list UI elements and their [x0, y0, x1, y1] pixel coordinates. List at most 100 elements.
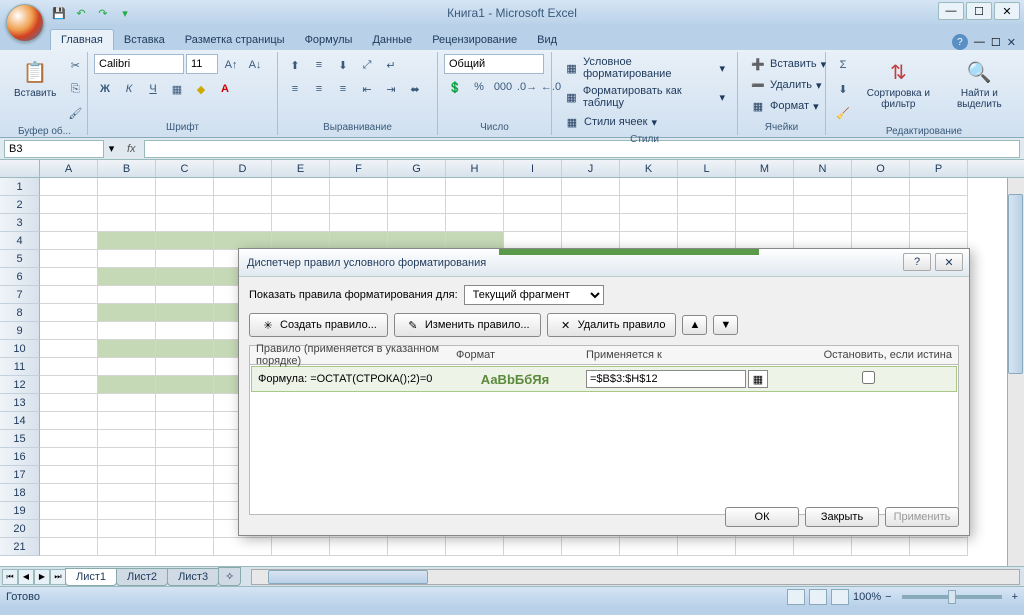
cell[interactable] [330, 214, 388, 232]
currency-icon[interactable]: 💲 [444, 76, 466, 98]
cell[interactable] [736, 196, 794, 214]
cell[interactable] [98, 358, 156, 376]
row-header[interactable]: 1 [0, 178, 40, 196]
column-header[interactable]: C [156, 160, 214, 177]
tab-last-icon[interactable]: ⏭ [50, 569, 66, 585]
cell[interactable] [40, 322, 98, 340]
cell[interactable] [910, 196, 968, 214]
cell[interactable] [40, 412, 98, 430]
cell[interactable] [156, 448, 214, 466]
cell[interactable] [678, 178, 736, 196]
edit-rule-button[interactable]: ✎Изменить правило... [394, 313, 541, 337]
inc-indent-icon[interactable]: ⇥ [380, 78, 402, 100]
cell[interactable] [40, 268, 98, 286]
align-bottom-icon[interactable]: ⬇ [332, 54, 354, 76]
cell[interactable] [40, 304, 98, 322]
tab-layout[interactable]: Разметка страницы [175, 30, 295, 50]
cell[interactable] [156, 268, 214, 286]
cell[interactable] [98, 286, 156, 304]
cell[interactable] [678, 538, 736, 556]
percent-icon[interactable]: % [468, 76, 490, 98]
cell[interactable] [98, 376, 156, 394]
cell[interactable] [98, 214, 156, 232]
horizontal-scrollbar[interactable] [251, 569, 1020, 585]
rule-applies-to-input[interactable] [586, 370, 746, 388]
cell[interactable] [98, 520, 156, 538]
redo-icon[interactable]: ↷ [94, 4, 112, 22]
cell[interactable] [156, 430, 214, 448]
font-size-select[interactable] [186, 54, 218, 74]
cell[interactable] [156, 178, 214, 196]
cell[interactable] [736, 538, 794, 556]
tab-review[interactable]: Рецензирование [422, 30, 527, 50]
cell[interactable] [40, 286, 98, 304]
cell[interactable] [620, 196, 678, 214]
column-header[interactable]: K [620, 160, 678, 177]
font-name-select[interactable] [94, 54, 184, 74]
cell[interactable] [272, 214, 330, 232]
align-top-icon[interactable]: ⬆ [284, 54, 306, 76]
column-header[interactable]: F [330, 160, 388, 177]
row-header[interactable]: 13 [0, 394, 40, 412]
cell[interactable] [388, 178, 446, 196]
format-painter-icon[interactable]: 🖌 [64, 102, 86, 124]
tab-view[interactable]: Вид [527, 30, 567, 50]
cell[interactable] [214, 178, 272, 196]
cell[interactable] [620, 178, 678, 196]
cell[interactable] [40, 358, 98, 376]
move-rule-up-button[interactable]: ▲ [682, 315, 707, 335]
align-center-icon[interactable]: ≡ [308, 78, 330, 100]
italic-icon[interactable]: К [118, 78, 140, 100]
show-rules-for-select[interactable]: Текущий фрагмент [464, 285, 604, 305]
column-header[interactable]: O [852, 160, 910, 177]
close-button-footer[interactable]: Закрыть [805, 507, 879, 527]
cell[interactable] [98, 178, 156, 196]
cell[interactable] [562, 178, 620, 196]
tab-formulas[interactable]: Формулы [295, 30, 363, 50]
cell[interactable] [40, 466, 98, 484]
cell[interactable] [156, 412, 214, 430]
cell[interactable] [330, 178, 388, 196]
cell[interactable] [736, 214, 794, 232]
cell[interactable] [446, 196, 504, 214]
ok-button[interactable]: ОК [725, 507, 799, 527]
cell[interactable] [852, 178, 910, 196]
cell[interactable] [388, 538, 446, 556]
comma-icon[interactable]: 000 [492, 76, 514, 98]
align-right-icon[interactable]: ≡ [332, 78, 354, 100]
tab-next-icon[interactable]: ▶ [34, 569, 50, 585]
dialog-help-button[interactable]: ? [903, 253, 931, 271]
sheet-tab-2[interactable]: Лист2 [116, 568, 168, 586]
row-header[interactable]: 7 [0, 286, 40, 304]
cell[interactable] [40, 340, 98, 358]
cell[interactable] [214, 214, 272, 232]
cell[interactable] [98, 268, 156, 286]
cell[interactable] [852, 214, 910, 232]
cell[interactable] [562, 538, 620, 556]
cell[interactable] [156, 214, 214, 232]
cell[interactable] [156, 232, 214, 250]
cell[interactable] [156, 358, 214, 376]
cell[interactable] [852, 196, 910, 214]
cell[interactable] [794, 178, 852, 196]
cell[interactable] [156, 502, 214, 520]
apply-button[interactable]: Применить [885, 507, 959, 527]
cut-icon[interactable]: ✂ [64, 54, 86, 76]
wrap-text-icon[interactable]: ↵ [380, 54, 402, 76]
cell[interactable] [156, 376, 214, 394]
cell[interactable] [214, 196, 272, 214]
help-icon[interactable]: ? [952, 34, 968, 50]
tab-prev-icon[interactable]: ◀ [18, 569, 34, 585]
new-sheet-button[interactable]: ✧ [218, 567, 241, 586]
vertical-scrollbar[interactable] [1007, 178, 1024, 566]
cell[interactable] [156, 520, 214, 538]
name-box[interactable]: B3 [4, 140, 104, 158]
row-header[interactable]: 15 [0, 430, 40, 448]
row-header[interactable]: 10 [0, 340, 40, 358]
cell[interactable] [98, 484, 156, 502]
align-middle-icon[interactable]: ≡ [308, 54, 330, 76]
cell[interactable] [98, 196, 156, 214]
row-header[interactable]: 5 [0, 250, 40, 268]
row-header[interactable]: 3 [0, 214, 40, 232]
cell[interactable] [272, 196, 330, 214]
